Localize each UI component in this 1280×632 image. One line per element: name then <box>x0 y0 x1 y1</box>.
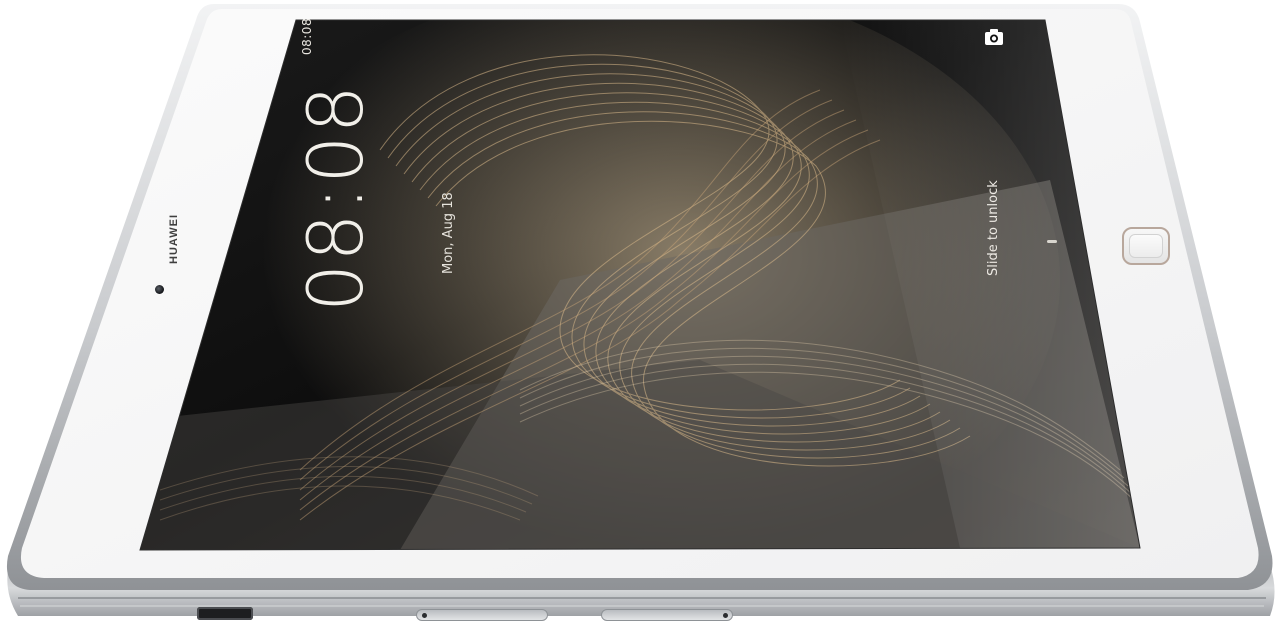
usb-port <box>197 607 253 620</box>
slide-to-unlock-hint[interactable]: Slide to unlock <box>986 180 1001 276</box>
lock-screen-clock: 08:08 <box>291 82 380 312</box>
unlock-indicator[interactable] <box>1047 240 1057 243</box>
tray-eject-hole-1 <box>422 613 427 618</box>
fingerprint-sensor[interactable] <box>1122 227 1170 265</box>
tablet-photo: 08:08 08:08 Mon, Aug 18 Slide to unlock … <box>0 0 1280 632</box>
card-tray-1 <box>416 609 548 621</box>
status-bar-time: 08:08 <box>300 17 314 55</box>
tray-eject-hole-2 <box>723 613 728 618</box>
card-tray-2 <box>601 609 733 621</box>
camera-icon[interactable] <box>983 26 1005 48</box>
tablet-device <box>6 4 1275 616</box>
front-camera <box>155 285 164 294</box>
lock-screen-date: Mon, Aug 18 <box>441 192 456 274</box>
brand-logo: HUAWEI <box>168 214 180 264</box>
